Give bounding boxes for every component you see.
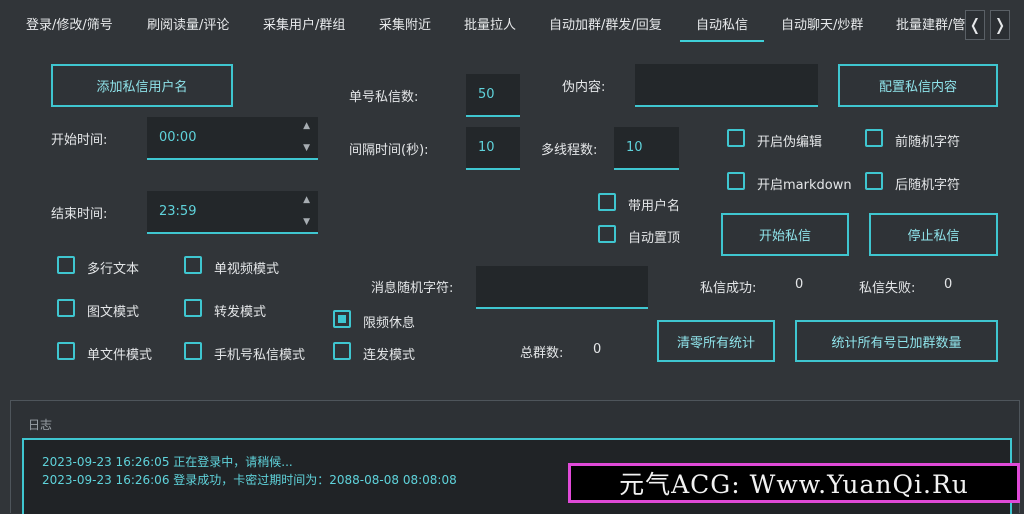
post-random-label: 后随机字符 [895, 178, 961, 193]
add-dm-user-button[interactable]: 添加私信用户名 [51, 64, 233, 107]
start-time-value: 00:00 [159, 130, 197, 145]
fake-edit-label: 开启伪编辑 [757, 135, 823, 150]
success-value: 0 [795, 277, 804, 292]
msg-random-label: 消息随机字符: [371, 281, 454, 296]
tab-next-icon[interactable]: ❭ [990, 10, 1010, 40]
single-file-checkbox[interactable] [57, 342, 75, 360]
tab-collect-nearby[interactable]: 采集附近 [379, 14, 431, 33]
start-dm-button[interactable]: 开始私信 [721, 213, 849, 256]
success-label: 私信成功: [700, 281, 757, 296]
log-title: 日志 [28, 418, 53, 432]
multiline-label: 多行文本 [87, 262, 140, 277]
image-text-checkbox[interactable] [57, 299, 75, 317]
fail-value: 0 [944, 277, 953, 292]
tab-read-comment[interactable]: 刷阅读量/评论 [147, 14, 229, 33]
count-groups-button[interactable]: 统计所有号已加群数量 [795, 320, 998, 362]
phone-dm-checkbox[interactable] [184, 342, 202, 360]
tab-batch-create[interactable]: 批量建群/管 [896, 14, 965, 33]
image-text-label: 图文模式 [87, 305, 140, 320]
pre-random-checkbox[interactable] [865, 129, 883, 147]
active-tab-indicator [680, 40, 764, 42]
burst-checkbox[interactable] [333, 342, 351, 360]
fake-content-label: 伪内容: [562, 80, 606, 95]
fake-edit-checkbox[interactable] [727, 129, 745, 147]
fail-label: 私信失败: [859, 281, 916, 296]
forward-label: 转发模式 [214, 305, 267, 320]
tab-collect-users[interactable]: 采集用户/群组 [263, 14, 345, 33]
log-line: 2023-09-23 16:26:05 正在登录中，请稍候... [42, 455, 293, 469]
spin-down-icon[interactable]: ▼ [303, 143, 310, 153]
tab-auto-chat[interactable]: 自动聊天/炒群 [781, 14, 863, 33]
auto-pin-label: 自动置顶 [628, 231, 681, 246]
limit-rest-label: 限频休息 [363, 316, 416, 331]
phone-dm-label: 手机号私信模式 [214, 348, 306, 363]
tab-batch-invite[interactable]: 批量拉人 [464, 14, 516, 33]
markdown-label: 开启markdown [757, 178, 852, 193]
start-time-input[interactable]: 00:00 ▲ ▼ [147, 117, 318, 160]
log-line: 2023-09-23 16:26:06 登录成功，卡密过期时间为：2088-08… [42, 473, 457, 487]
single-video-checkbox[interactable] [184, 256, 202, 274]
spin-down-icon[interactable]: ▼ [303, 217, 310, 227]
markdown-checkbox[interactable] [727, 172, 745, 190]
pre-random-label: 前随机字符 [895, 135, 961, 150]
threads-input[interactable]: 10 [614, 127, 679, 170]
stop-dm-button[interactable]: 停止私信 [869, 213, 998, 256]
tab-prev-icon[interactable]: ❬ [965, 10, 985, 40]
tab-auto-dm[interactable]: 自动私信 [696, 14, 748, 33]
single-file-label: 单文件模式 [87, 348, 153, 363]
limit-rest-checkbox[interactable] [333, 310, 351, 328]
multiline-checkbox[interactable] [57, 256, 75, 274]
with-username-label: 带用户名 [628, 199, 681, 214]
msg-random-input[interactable] [476, 266, 648, 309]
burst-label: 连发模式 [363, 348, 416, 363]
tab-bar: 登录/修改/筛号 刷阅读量/评论 采集用户/群组 采集附近 批量拉人 自动加群/… [0, 0, 1024, 46]
per-account-label: 单号私信数: [349, 90, 419, 105]
end-time-label: 结束时间: [51, 207, 108, 222]
interval-input[interactable]: 10 [466, 127, 520, 170]
watermark-banner: 元气ACG: Www.YuanQi.Ru [568, 463, 1020, 503]
single-video-label: 单视频模式 [214, 262, 280, 277]
threads-value: 10 [626, 140, 643, 155]
spin-up-icon[interactable]: ▲ [303, 195, 310, 205]
per-account-value: 50 [478, 87, 495, 102]
tab-auto-join[interactable]: 自动加群/群发/回复 [549, 14, 662, 33]
forward-checkbox[interactable] [184, 299, 202, 317]
total-groups-value: 0 [593, 342, 602, 357]
post-random-checkbox[interactable] [865, 172, 883, 190]
start-time-label: 开始时间: [51, 133, 108, 148]
with-username-checkbox[interactable] [598, 193, 616, 211]
fake-content-input[interactable] [635, 64, 818, 107]
spin-up-icon[interactable]: ▲ [303, 121, 310, 131]
clear-stats-button[interactable]: 清零所有统计 [657, 320, 775, 362]
per-account-input[interactable]: 50 [466, 74, 520, 117]
end-time-value: 23:59 [159, 204, 197, 219]
interval-label: 间隔时间(秒): [349, 143, 429, 158]
total-groups-label: 总群数: [520, 346, 564, 361]
config-dm-button[interactable]: 配置私信内容 [838, 64, 998, 107]
threads-label: 多线程数: [541, 143, 598, 158]
end-time-input[interactable]: 23:59 ▲ ▼ [147, 191, 318, 234]
auto-pin-checkbox[interactable] [598, 225, 616, 243]
tab-login[interactable]: 登录/修改/筛号 [26, 14, 113, 33]
interval-value: 10 [478, 140, 495, 155]
